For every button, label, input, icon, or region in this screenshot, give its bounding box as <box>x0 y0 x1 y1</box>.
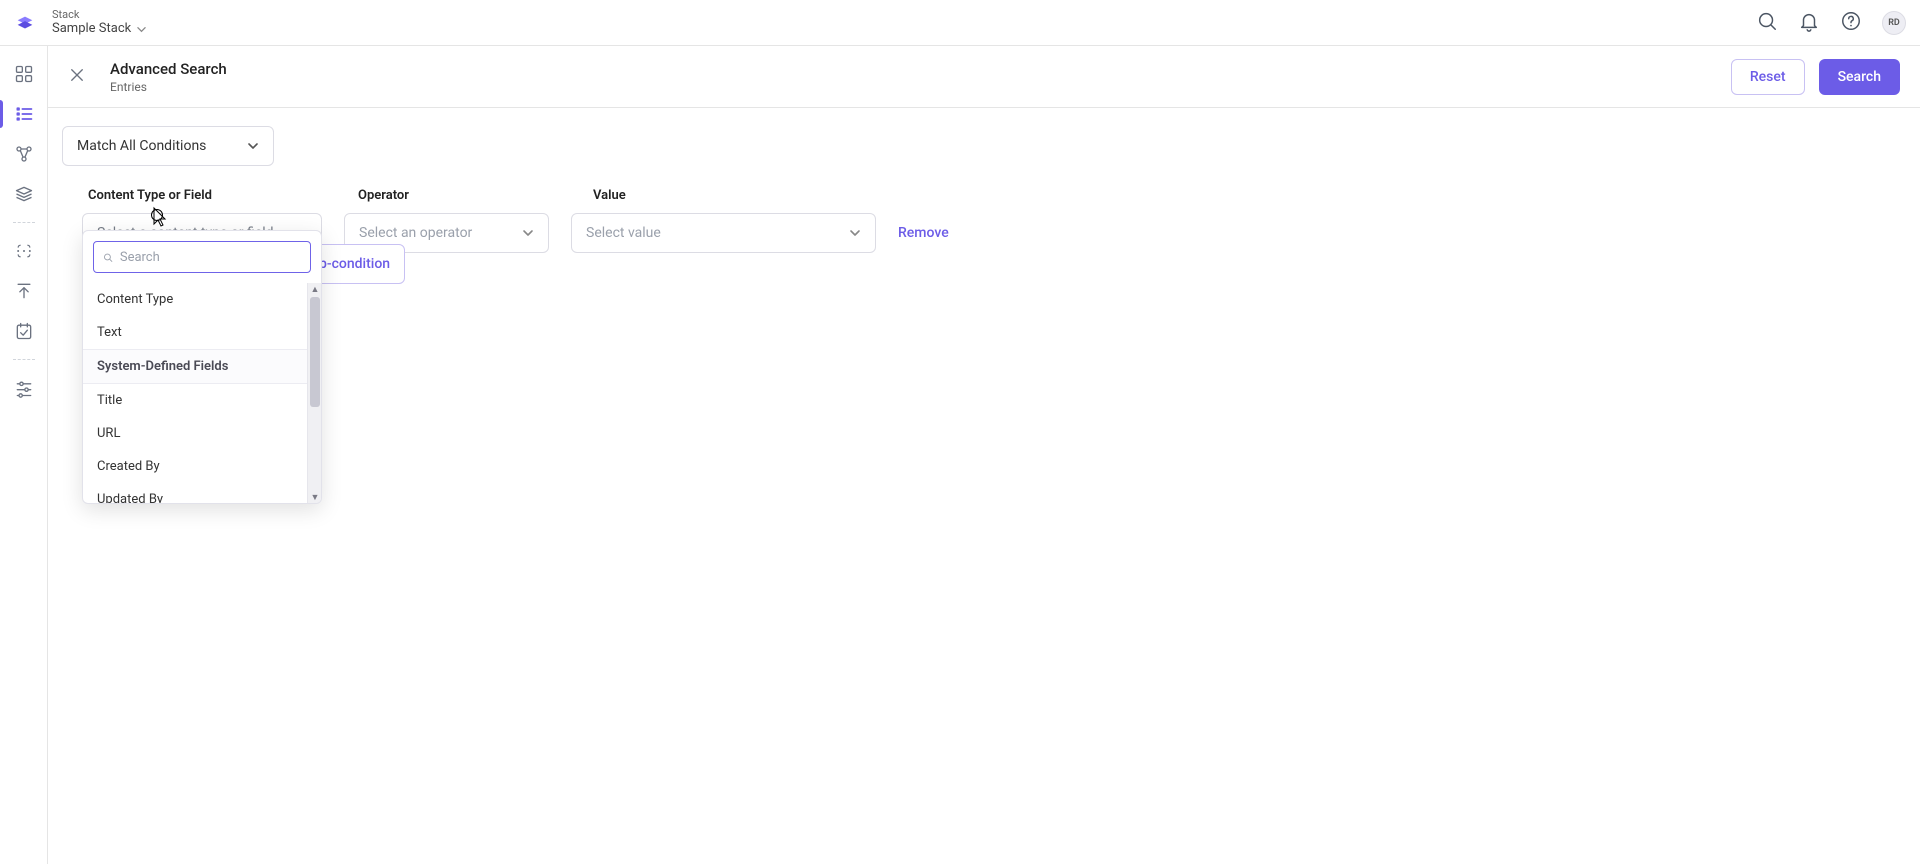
page-header-right: Reset Search <box>1731 59 1900 95</box>
value-select[interactable]: Select value <box>571 213 876 253</box>
dropdown-body: Content Type Text System-Defined Fields … <box>83 283 321 503</box>
search-icon[interactable] <box>1756 10 1778 36</box>
rail-content-model[interactable] <box>8 138 40 170</box>
page-subtitle: Entries <box>110 80 227 94</box>
app-header: Stack Sample Stack RD <box>0 0 1920 46</box>
match-conditions-label: Match All Conditions <box>77 138 206 154</box>
dropdown-item-updated-by[interactable]: Updated By <box>83 483 321 504</box>
rail-divider-2 <box>13 359 35 360</box>
rail-dashboard[interactable] <box>8 58 40 90</box>
scroll-up-arrow-icon[interactable]: ▲ <box>308 283 322 295</box>
col-header-value: Value <box>593 188 898 203</box>
match-conditions-select[interactable]: Match All Conditions <box>62 126 274 166</box>
page-header: Advanced Search Entries Reset Search <box>48 46 1920 108</box>
page-title: Advanced Search <box>110 60 227 78</box>
app-header-right: RD <box>1756 10 1906 36</box>
stack-name-row: Sample Stack <box>52 21 146 37</box>
dropdown-scrollbar[interactable]: ▲ ▼ <box>307 283 321 503</box>
condition-column-headers: Content Type or Field Operator Value <box>88 188 1902 203</box>
rail-releases[interactable] <box>8 275 40 307</box>
dropdown-item-text[interactable]: Text <box>83 316 321 349</box>
content-type-dropdown: Content Type Text System-Defined Fields … <box>82 230 322 504</box>
stack-label: Stack <box>52 8 146 21</box>
dropdown-item-created-by[interactable]: Created By <box>83 450 321 483</box>
stack-selector[interactable]: Stack Sample Stack <box>52 8 146 37</box>
rail-publish-queue[interactable] <box>8 235 40 267</box>
caret-down-icon <box>137 25 146 34</box>
dropdown-section-system-fields: System-Defined Fields <box>83 349 321 384</box>
help-icon[interactable] <box>1840 10 1862 36</box>
dropdown-item-title[interactable]: Title <box>83 384 321 417</box>
col-header-content-type: Content Type or Field <box>88 188 328 203</box>
left-nav-rail <box>0 46 48 864</box>
dropdown-search[interactable] <box>93 241 311 273</box>
chevron-down-icon <box>849 227 861 239</box>
dropdown-search-input[interactable] <box>120 250 302 265</box>
scroll-down-arrow-icon[interactable]: ▼ <box>308 491 322 503</box>
dropdown-item-content-type[interactable]: Content Type <box>83 283 321 316</box>
dropdown-list: Content Type Text System-Defined Fields … <box>83 283 321 504</box>
chevron-down-icon <box>522 227 534 239</box>
rail-active-indicator <box>0 100 3 128</box>
logo-icon[interactable] <box>14 12 36 34</box>
scroll-thumb[interactable] <box>310 297 320 407</box>
value-placeholder: Select value <box>586 225 661 241</box>
dropdown-search-wrap <box>83 231 321 283</box>
remove-condition-link[interactable]: Remove <box>898 225 949 241</box>
rail-tasks[interactable] <box>8 315 40 347</box>
avatar[interactable]: RD <box>1882 11 1906 35</box>
search-icon <box>102 251 114 264</box>
rail-entries[interactable] <box>8 98 40 130</box>
rail-assets[interactable] <box>8 178 40 210</box>
bell-icon[interactable] <box>1798 10 1820 36</box>
dropdown-item-url[interactable]: URL <box>83 417 321 450</box>
col-header-operator: Operator <box>358 188 563 203</box>
page-titles: Advanced Search Entries <box>110 60 227 94</box>
page-header-left: Advanced Search Entries <box>68 60 227 94</box>
search-button[interactable]: Search <box>1819 59 1900 95</box>
operator-placeholder: Select an operator <box>359 225 472 241</box>
close-icon[interactable] <box>68 66 86 88</box>
rail-settings[interactable] <box>8 372 40 404</box>
reset-button[interactable]: Reset <box>1731 59 1805 95</box>
chevron-down-icon <box>247 140 259 152</box>
rail-divider <box>13 222 35 223</box>
stack-name: Sample Stack <box>52 21 131 37</box>
app-header-left: Stack Sample Stack <box>14 8 146 37</box>
